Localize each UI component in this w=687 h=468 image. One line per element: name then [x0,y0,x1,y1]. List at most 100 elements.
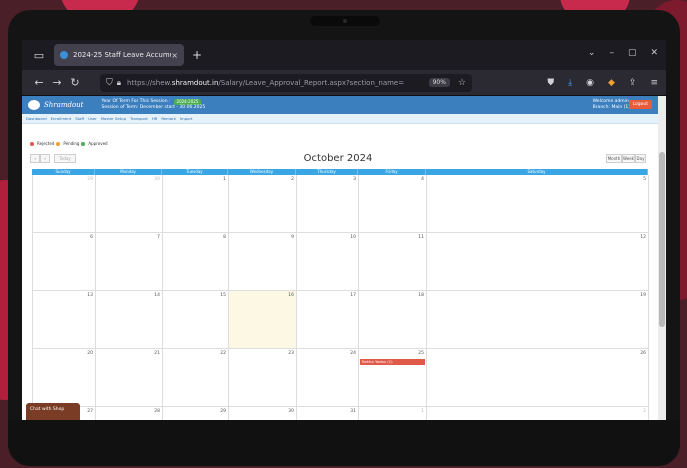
menu-item-import[interactable]: Import [180,116,193,121]
calendar-day-cell[interactable]: 29 [163,407,229,420]
day-number[interactable]: 10 [350,235,356,240]
menu-item-dashboard[interactable]: Dashboard [26,116,47,121]
calendar-day-cell[interactable]: 29 [33,175,96,233]
day-number[interactable]: 12 [640,235,646,240]
calendar-day-cell[interactable]: 30 [229,407,297,420]
day-number[interactable]: 27 [87,409,93,414]
calendar-day-cell[interactable]: 2 [229,175,297,233]
day-number[interactable]: 29 [220,409,226,414]
window-close-icon[interactable]: ✕ [650,48,658,58]
calendar-day-cell[interactable]: 18 [359,291,427,349]
day-number[interactable]: 7 [157,235,160,240]
day-number[interactable]: 17 [350,293,356,298]
day-number[interactable]: 5 [643,177,646,182]
calendar-day-cell[interactable]: 26 [427,349,649,407]
calendar-day-cell[interactable]: 17 [297,291,359,349]
day-number[interactable]: 11 [418,235,424,240]
restore-icon[interactable]: ▢ [628,48,637,58]
day-number[interactable]: 23 [288,351,294,356]
share-icon[interactable]: ⇪ [629,78,637,88]
day-number[interactable]: 6 [90,235,93,240]
day-number[interactable]: 16 [288,293,294,298]
calendar-day-cell[interactable]: 1 [359,407,427,420]
day-number[interactable]: 25 [418,351,424,356]
menu-item-user[interactable]: User [88,116,97,121]
calendar-day-cell[interactable]: 6 [33,233,96,291]
pocket-icon[interactable]: ⛊ [547,78,554,88]
account-icon[interactable]: ◉ [586,78,594,88]
day-number[interactable]: 21 [154,351,160,356]
day-number[interactable]: 2 [291,177,294,182]
calendar-day-cell[interactable]: 11 [359,233,427,291]
download-icon[interactable]: ⤓ [568,78,572,88]
calendar-day-cell[interactable]: 2 [427,407,649,420]
calendar-day-cell[interactable]: 24 [297,349,359,407]
calendar-day-cell[interactable]: 25 Rekha Yadav (1) [359,349,427,407]
calendar-day-cell[interactable]: 3 [297,175,359,233]
calendar-day-cell[interactable]: 5 [427,175,649,233]
day-number[interactable]: 30 [288,409,294,414]
day-number[interactable]: 22 [220,351,226,356]
menu-item-remark[interactable]: Remark [161,116,176,121]
day-number[interactable]: 30 [154,177,160,182]
chat-widget-button[interactable]: Chat with Shop [26,403,80,420]
calendar-day-cell[interactable]: 14 [96,291,163,349]
day-number[interactable]: 31 [350,409,356,414]
day-number[interactable]: 1 [223,177,226,182]
scrollbar-thumb[interactable] [659,152,665,327]
month-view-button[interactable]: Month [606,154,622,163]
calendar-day-cell[interactable]: 31 [297,407,359,420]
menu-item-staff[interactable]: Staff [75,116,84,121]
day-number[interactable]: 2 [643,409,646,414]
menu-item-enrollment[interactable]: Enrollment [51,116,72,121]
day-number[interactable]: 18 [418,293,424,298]
day-number[interactable]: 14 [154,293,160,298]
app-logo[interactable]: Shramdout [28,100,83,110]
day-number[interactable]: 28 [154,409,160,414]
calendar-day-cell[interactable]: 4 [359,175,427,233]
calendar-day-cell[interactable]: 8 [163,233,229,291]
day-number[interactable]: 20 [87,351,93,356]
reload-icon[interactable]: ↻ [66,76,84,89]
back-icon[interactable]: ← [30,76,48,89]
day-number[interactable]: 3 [353,177,356,182]
calendar-day-cell[interactable]: 22 [163,349,229,407]
menu-item-master-setup[interactable]: Master Setup [101,116,126,121]
address-bar[interactable]: ⛉ 🔒︎ https://shew.shramdout.in/Salary/Le… [100,73,472,92]
calendar-day-cell[interactable]: 9 [229,233,297,291]
url-text[interactable]: https://shew.shramdout.in/Salary/Leave_A… [127,79,425,87]
calendar-day-cell[interactable]: 16 [229,291,297,349]
day-number[interactable]: 19 [640,293,646,298]
day-number[interactable]: 4 [421,177,424,182]
lock-icon[interactable]: 🔒︎ [117,78,121,88]
calendar-day-cell[interactable]: 1 [163,175,229,233]
day-number[interactable]: 1 [421,409,424,414]
day-number[interactable]: 15 [220,293,226,298]
bookmark-star-icon[interactable]: ☆ [458,78,466,88]
calendar-day-cell[interactable]: 19 [427,291,649,349]
logout-button[interactable]: Logout [628,100,652,109]
calendar-day-cell[interactable]: 15 [163,291,229,349]
day-number[interactable]: 24 [350,351,356,356]
calendar-day-cell[interactable]: 13 [33,291,96,349]
calendar-day-cell[interactable]: 21 [96,349,163,407]
tab-list-icon[interactable]: ▭ [28,49,50,62]
zoom-level-badge[interactable]: 90% [428,78,450,87]
menu-icon[interactable]: ≡ [650,78,658,88]
minimize-icon[interactable]: – [609,48,614,58]
tab-close-icon[interactable]: × [171,51,178,60]
tab-overflow-icon[interactable]: ⌄ [588,48,596,58]
day-number[interactable]: 26 [640,351,646,356]
forward-icon[interactable]: → [48,76,66,89]
calendar-day-cell[interactable]: 10 [297,233,359,291]
week-view-button[interactable]: Week [622,154,635,163]
shield-icon[interactable]: ⛉ [106,78,113,88]
menu-item-transport[interactable]: Transport [130,116,148,121]
calendar-day-cell[interactable]: 20 [33,349,96,407]
browser-tab[interactable]: 2024-25 Staff Leave Accumulation × [54,44,184,66]
day-number[interactable]: 29 [87,177,93,182]
menu-item-hr[interactable]: HR [152,116,158,121]
day-number[interactable]: 9 [291,235,294,240]
new-tab-button[interactable]: + [192,48,202,62]
calendar-day-cell[interactable]: 12 [427,233,649,291]
